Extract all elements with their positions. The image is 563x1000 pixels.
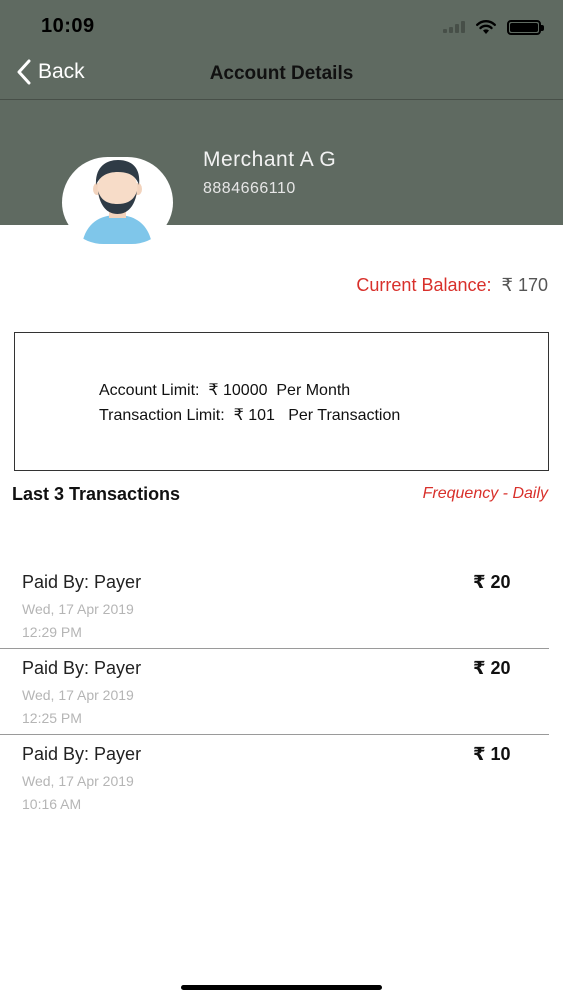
transaction-amount: ₹ 10: [473, 744, 511, 764]
transaction-date: Wed, 17 Apr 2019: [22, 601, 134, 617]
transaction-payer: Paid By: Payer: [22, 572, 142, 592]
transactions-heading: Last 3 Transactions: [12, 484, 181, 504]
merchant-name: Merchant A G: [203, 148, 337, 171]
status-time: 10:09: [41, 15, 95, 37]
merchant-phone: 8884666110: [203, 180, 296, 197]
page-title: Account Details: [209, 63, 354, 84]
transaction-date: Wed, 17 Apr 2019: [22, 687, 134, 703]
transaction-date: Wed, 17 Apr 2019: [22, 773, 134, 789]
transaction-time: 12:25 PM: [22, 710, 82, 726]
transaction-row[interactable]: Paid By: Payer Wed, 17 Apr 2019 10:16 AM…: [0, 744, 563, 830]
transaction-time: 10:16 AM: [22, 796, 82, 812]
divider: [0, 734, 549, 735]
transaction-limit: Transaction Limit: ₹ 101 Per Transaction: [99, 407, 401, 424]
transaction-row[interactable]: Paid By: Payer Wed, 17 Apr 2019 12:29 PM…: [0, 572, 563, 658]
transaction-amount: ₹ 20: [473, 658, 511, 678]
status-icons: [443, 17, 544, 37]
status-bar: 10:09: [0, 0, 563, 48]
wifi-icon: [476, 20, 496, 34]
current-balance: Current Balance: ₹ 170: [356, 275, 548, 296]
transaction-row[interactable]: Paid By: Payer Wed, 17 Apr 2019 12:25 PM…: [0, 658, 563, 744]
home-indicator[interactable]: [181, 985, 382, 990]
signal-icon: [443, 21, 465, 33]
account-limit: Account Limit: ₹ 10000 Per Month: [99, 382, 351, 399]
limits-card: Account Limit: ₹ 10000 Per Month Transac…: [14, 332, 549, 471]
divider: [0, 648, 549, 649]
transaction-payer: Paid By: Payer: [22, 744, 142, 764]
avatar-icon: [82, 160, 152, 244]
balance-label: Current Balance:: [356, 275, 492, 295]
avatar: [62, 157, 173, 244]
transaction-amount: ₹ 20: [473, 572, 511, 592]
balance-value: ₹ 170: [501, 275, 549, 295]
navigation-bar: Back Account Details: [0, 48, 563, 100]
transaction-time: 12:29 PM: [22, 624, 82, 640]
battery-icon: [507, 19, 544, 35]
transaction-payer: Paid By: Payer: [22, 658, 142, 678]
frequency-label: Frequency - Daily: [422, 485, 548, 502]
